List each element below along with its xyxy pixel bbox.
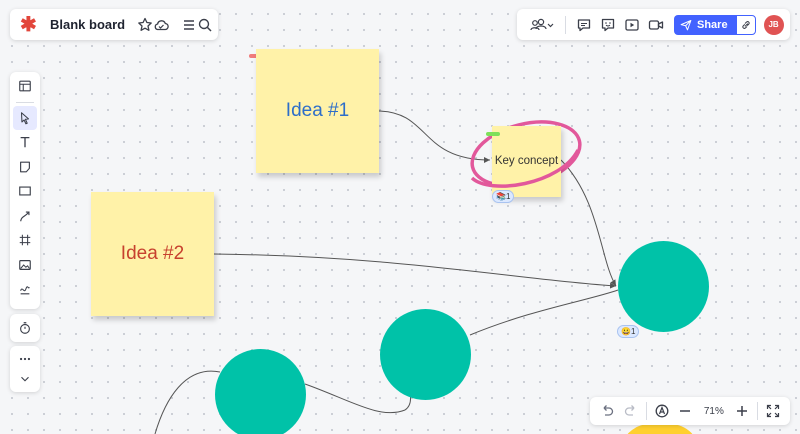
sticky-tag-green [486,132,500,136]
circle-shape[interactable] [380,309,471,400]
timer-icon[interactable] [13,316,37,340]
fullscreen-icon[interactable] [762,399,784,423]
sticky-text: Idea #2 [120,243,185,264]
connector-circle2-circle1 [469,289,619,336]
more-toolbar [10,346,40,392]
collaboration-toolbar: Share JB [517,9,790,40]
reaction-emoji: 📚 [496,192,506,201]
reaction-count: 1 [505,192,511,201]
reaction-badge[interactable]: 📚1 [492,190,515,203]
templates-icon[interactable] [13,74,37,98]
divider [757,402,759,420]
undo-icon[interactable] [596,399,618,423]
sticky-note-key-concept[interactable]: Key concept [492,126,561,197]
sticky-note-tool-icon[interactable] [13,155,37,179]
image-upload-icon[interactable] [13,253,37,277]
zoom-in-icon[interactable] [731,399,753,423]
divider [16,101,34,103]
share-label: Share [697,18,728,31]
redo-icon[interactable] [620,399,642,423]
board-title[interactable]: Blank board [50,17,125,32]
text-tool-icon[interactable] [13,130,37,154]
send-icon [680,19,692,30]
connection-line-icon[interactable] [13,204,37,228]
sticky-note-idea-2[interactable]: Idea #2 [91,192,214,316]
collaborators-dropdown[interactable] [523,13,559,37]
reactions-icon[interactable] [596,13,620,37]
select-cursor-icon[interactable] [13,105,37,130]
presentation-icon[interactable] [620,13,644,37]
more-apps-icon[interactable] [13,351,37,367]
video-call-icon[interactable] [644,13,668,37]
creation-toolbar [10,72,40,309]
timer-toolbar [10,314,40,342]
circle-shape[interactable] [215,349,306,434]
connector-idea2-circle [213,253,617,289]
reaction-emoji: 😀 [621,327,631,336]
comments-icon[interactable] [572,13,596,37]
search-icon[interactable] [197,13,213,37]
zoom-level[interactable]: 71% [698,406,729,417]
user-avatar[interactable]: JB [763,14,784,35]
chevron-down-icon[interactable] [13,371,37,387]
map-navigation-icon[interactable] [651,399,673,423]
frame-tool-icon[interactable] [13,228,37,252]
board-header: ✱ Blank board [10,9,218,40]
miro-logo-icon[interactable]: ✱ [20,15,37,35]
connector-offscreen-circle3 [154,370,221,434]
pen-tool-icon[interactable] [13,277,37,301]
divider [565,15,566,34]
reaction-count: 1 [630,327,636,336]
reaction-badge[interactable]: 😀1 [617,325,640,338]
sticky-note-idea-1[interactable]: Idea #1 [256,49,379,173]
sticky-text: Idea #1 [285,100,350,121]
share-button[interactable]: Share [674,14,736,35]
copy-link-button[interactable] [735,14,756,35]
link-icon [741,20,750,29]
cloud-sync-icon[interactable] [153,13,169,37]
circle-shape[interactable] [618,241,709,332]
shape-tool-icon[interactable] [13,179,37,203]
sticky-text: Key concept [494,154,559,167]
divider [645,402,647,420]
zoom-out-icon[interactable] [674,399,696,423]
connector-key-circle [560,159,617,287]
star-icon[interactable] [137,13,153,37]
zoom-toolbar: 71% [590,397,790,425]
menu-icon[interactable] [181,13,197,37]
